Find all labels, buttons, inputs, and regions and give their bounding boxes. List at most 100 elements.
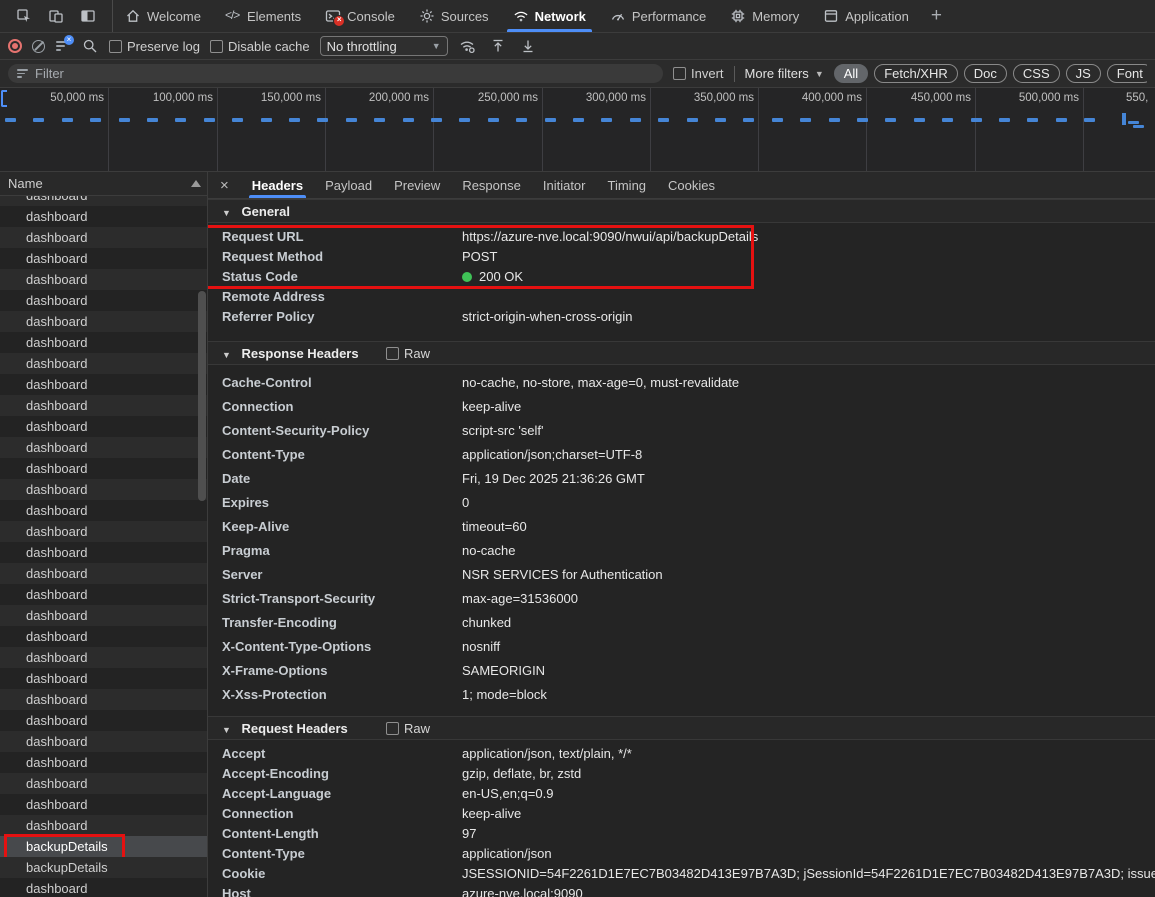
network-activity-dash <box>545 118 556 122</box>
header-value: keep-alive <box>462 395 1155 419</box>
devtools-tab-bar: Welcome </> Elements Console Sources Net… <box>0 0 1155 33</box>
request-row[interactable]: dashboard <box>0 773 207 794</box>
panel-tab[interactable]: Network <box>501 0 598 32</box>
detail-tab[interactable]: Payload <box>314 172 383 198</box>
request-row[interactable]: dashboard <box>0 668 207 689</box>
detail-tab[interactable]: Timing <box>597 172 658 198</box>
request-row[interactable]: dashboard <box>0 196 207 206</box>
network-conditions-icon[interactable] <box>458 33 478 59</box>
request-row[interactable]: dashboard <box>0 311 207 332</box>
request-type-pill[interactable]: All <box>834 64 868 83</box>
network-activity-dash <box>147 118 158 122</box>
dock-side-icon[interactable] <box>74 3 102 29</box>
header-row: Request Method POST <box>208 247 1155 267</box>
close-icon[interactable]: × <box>208 172 241 198</box>
preserve-log-checkbox[interactable]: Preserve log <box>109 39 200 54</box>
request-row[interactable]: dashboard <box>0 605 207 626</box>
filter-input-box[interactable] <box>8 64 663 83</box>
request-row[interactable]: dashboard <box>0 416 207 437</box>
header-value: NSR SERVICES for Authentication <box>462 563 1155 587</box>
import-har-icon[interactable] <box>488 33 508 59</box>
panel-tab[interactable]: Memory <box>718 0 811 32</box>
general-section-header[interactable]: ▼ General <box>208 199 1155 223</box>
request-row[interactable]: dashboard <box>0 437 207 458</box>
header-value: application/json <box>462 844 1155 864</box>
export-har-icon[interactable] <box>518 33 538 59</box>
request-raw-checkbox[interactable] <box>386 722 399 735</box>
response-headers-section-header[interactable]: ▼ Response Headers Raw <box>208 341 1155 365</box>
panel-tab[interactable]: Performance <box>598 0 718 32</box>
search-icon[interactable] <box>81 33 99 59</box>
header-row: Transfer-Encoding chunked <box>208 611 1155 635</box>
request-row[interactable]: dashboard <box>0 878 207 897</box>
header-row: Expires 0 <box>208 491 1155 515</box>
request-type-pill[interactable]: Fetch/XHR <box>874 64 958 83</box>
request-row[interactable]: dashboard <box>0 206 207 227</box>
request-row[interactable]: dashboard <box>0 479 207 500</box>
panel-tab[interactable]: Console <box>313 0 407 32</box>
request-row[interactable]: backupDetails <box>0 857 207 878</box>
request-headers-section-header[interactable]: ▼ Request Headers Raw <box>208 716 1155 740</box>
request-row[interactable]: dashboard <box>0 353 207 374</box>
panel-tab[interactable]: Welcome <box>113 0 213 32</box>
request-row[interactable]: dashboard <box>0 731 207 752</box>
request-row[interactable]: dashboard <box>0 647 207 668</box>
clear-icon[interactable] <box>32 40 45 53</box>
request-row[interactable]: dashboard <box>0 542 207 563</box>
request-row[interactable]: dashboard <box>0 458 207 479</box>
request-row[interactable]: dashboard <box>0 752 207 773</box>
request-row[interactable]: dashboard <box>0 563 207 584</box>
panel-tab[interactable]: Application <box>811 0 921 32</box>
request-type-pill[interactable]: Doc <box>964 64 1007 83</box>
network-activity-dash <box>403 118 414 122</box>
request-row[interactable]: dashboard <box>0 626 207 647</box>
request-row[interactable]: dashboard <box>0 374 207 395</box>
response-raw-checkbox[interactable] <box>386 347 399 360</box>
request-type-pill[interactable]: JS <box>1066 64 1101 83</box>
request-row[interactable]: dashboard <box>0 227 207 248</box>
more-tools-button[interactable]: + <box>921 0 952 32</box>
more-filters-button[interactable]: More filters ▼ <box>745 66 824 81</box>
request-row[interactable]: dashboard <box>0 710 207 731</box>
disable-cache-checkbox-input[interactable] <box>210 40 223 53</box>
device-toolbar-icon[interactable] <box>42 3 70 29</box>
request-row[interactable]: dashboard <box>0 500 207 521</box>
invert-checkbox[interactable]: Invert <box>673 66 724 81</box>
sidebar-scrollbar-thumb[interactable] <box>198 291 206 501</box>
timeline-tick-label: 400,000 ms <box>802 92 862 104</box>
request-row[interactable]: dashboard <box>0 290 207 311</box>
request-row[interactable]: dashboard <box>0 269 207 290</box>
timeline-selection-handle[interactable] <box>1 90 7 107</box>
request-type-pill[interactable]: Font <box>1107 64 1147 83</box>
throttling-select[interactable]: No throttling ▼ <box>320 36 448 56</box>
filter-toggle-icon[interactable] <box>55 39 71 53</box>
name-column-header[interactable]: Name <box>0 172 207 196</box>
inspect-icon[interactable] <box>10 3 38 29</box>
detail-tab[interactable]: Initiator <box>532 172 597 198</box>
detail-tab[interactable]: Preview <box>383 172 451 198</box>
panel-tab[interactable]: </> Elements <box>213 0 313 32</box>
detail-tab[interactable]: Cookies <box>657 172 726 198</box>
panel-tab[interactable]: Sources <box>407 0 501 32</box>
request-row[interactable]: dashboard <box>0 395 207 416</box>
request-row[interactable]: backupDetails <box>0 836 207 857</box>
detail-tab[interactable]: Headers <box>241 172 314 198</box>
detail-tab[interactable]: Response <box>451 172 532 198</box>
timeline-overview[interactable]: 50,000 ms100,000 ms150,000 ms200,000 ms2… <box>0 88 1155 172</box>
scroll-up-icon[interactable] <box>191 180 201 187</box>
request-row[interactable]: dashboard <box>0 332 207 353</box>
header-name: Connection <box>222 804 462 824</box>
header-value: 200 OK <box>462 267 1155 287</box>
record-icon[interactable] <box>8 39 22 53</box>
request-type-pill[interactable]: CSS <box>1013 64 1060 83</box>
invert-checkbox-input[interactable] <box>673 67 686 80</box>
request-row[interactable]: dashboard <box>0 521 207 542</box>
request-row[interactable]: dashboard <box>0 248 207 269</box>
request-row[interactable]: dashboard <box>0 584 207 605</box>
request-row[interactable]: dashboard <box>0 815 207 836</box>
filter-input[interactable] <box>35 66 654 81</box>
preserve-log-checkbox-input[interactable] <box>109 40 122 53</box>
request-row[interactable]: dashboard <box>0 794 207 815</box>
disable-cache-checkbox[interactable]: Disable cache <box>210 39 310 54</box>
request-row[interactable]: dashboard <box>0 689 207 710</box>
